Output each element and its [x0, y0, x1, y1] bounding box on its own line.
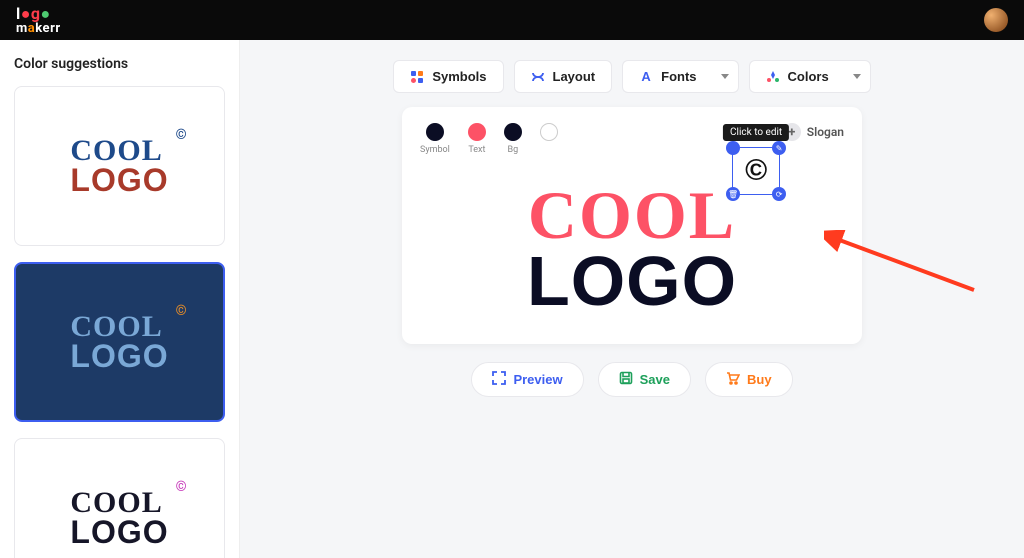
suggestion-line2: LOGO — [70, 517, 168, 547]
colors-icon — [766, 70, 780, 84]
button-label: Layout — [553, 69, 596, 84]
swatch-text[interactable]: Text — [468, 123, 486, 155]
cart-icon — [726, 371, 740, 388]
rotate-handle[interactable]: ⟳ — [772, 187, 786, 201]
workspace: Symbols Layout A Fonts — [240, 40, 1024, 558]
toolbar: Symbols Layout A Fonts — [393, 60, 870, 93]
symbol-selection[interactable]: Click to edit © ✎ 🗑 ⟳ — [732, 147, 780, 195]
layout-icon — [531, 70, 545, 84]
colors-dropdown: Colors — [749, 60, 871, 93]
button-label: Symbols — [432, 69, 486, 84]
symbols-button[interactable]: Symbols — [393, 60, 503, 93]
buy-button[interactable]: Buy — [705, 362, 793, 397]
tooltip: Click to edit — [723, 124, 789, 141]
swatch-circle — [504, 123, 522, 141]
main: Color suggestions © COOL LOGO © COOL LOG… — [0, 40, 1024, 558]
button-label: Buy — [747, 372, 772, 387]
sidebar-title: Color suggestions — [14, 56, 225, 72]
chevron-down-icon — [721, 74, 729, 79]
suggestion-line1: COOL — [70, 489, 168, 518]
fonts-button[interactable]: A Fonts — [622, 60, 712, 93]
save-button[interactable]: Save — [598, 362, 691, 397]
swatch-label: Bg — [508, 145, 519, 155]
suggestion-line2: LOGO — [70, 165, 168, 195]
swatch-circle — [540, 123, 558, 141]
button-label: Preview — [513, 372, 562, 387]
swatch-label: Symbol — [420, 145, 450, 155]
swatch-symbol[interactable]: Symbol — [420, 123, 450, 155]
swatch-bg[interactable]: Bg — [504, 123, 522, 155]
sidebar: Color suggestions © COOL LOGO © COOL LOG… — [0, 40, 240, 558]
button-label: Slogan — [807, 125, 844, 139]
fonts-icon: A — [639, 70, 653, 84]
button-label: Save — [640, 372, 670, 387]
copyright-icon: © — [176, 129, 187, 142]
copyright-icon[interactable]: © — [745, 154, 767, 188]
suggestion-line1: COOL — [70, 137, 168, 166]
button-label: Colors — [788, 69, 829, 84]
suggestion-line2: LOGO — [70, 341, 168, 371]
logo-stage[interactable]: COOL Click to edit © ✎ 🗑 ⟳ LOGO — [420, 183, 844, 314]
delete-handle[interactable]: 🗑 — [726, 187, 740, 201]
user-avatar[interactable] — [984, 8, 1008, 32]
top-bar: l●g● makerr — [0, 0, 1024, 40]
logo-line2[interactable]: LOGO — [527, 248, 737, 315]
swatch-circle — [468, 123, 486, 141]
swatch-none[interactable] — [540, 123, 558, 141]
copyright-icon: © — [176, 481, 187, 494]
add-slogan-button[interactable]: + Slogan — [783, 123, 844, 141]
suggestion-line1: COOL — [70, 313, 168, 342]
brand-line2: makerr — [16, 22, 61, 35]
fonts-caret[interactable] — [713, 60, 739, 93]
colors-button[interactable]: Colors — [749, 60, 845, 93]
editor-canvas: Symbol Text Bg + Slogan — [402, 107, 862, 344]
logo-line1[interactable]: COOL — [528, 183, 736, 248]
fonts-dropdown: A Fonts — [622, 60, 738, 93]
button-label: Fonts — [661, 69, 696, 84]
layout-button[interactable]: Layout — [514, 60, 613, 93]
preview-button[interactable]: Preview — [471, 362, 583, 397]
color-suggestion[interactable]: © COOL LOGO — [14, 438, 225, 558]
bottom-actions: Preview Save Buy — [471, 362, 792, 397]
symbols-icon — [410, 70, 424, 84]
swatch-label: Text — [468, 145, 485, 155]
color-suggestion[interactable]: © COOL LOGO — [14, 262, 225, 422]
expand-icon — [492, 371, 506, 388]
save-icon — [619, 371, 633, 388]
color-suggestion[interactable]: © COOL LOGO — [14, 86, 225, 246]
brand-logo[interactable]: l●g● makerr — [16, 6, 61, 35]
colors-caret[interactable] — [845, 60, 871, 93]
swatch-circle — [426, 123, 444, 141]
chevron-down-icon — [853, 74, 861, 79]
drag-handle[interactable] — [726, 141, 740, 155]
copyright-icon: © — [176, 305, 187, 318]
